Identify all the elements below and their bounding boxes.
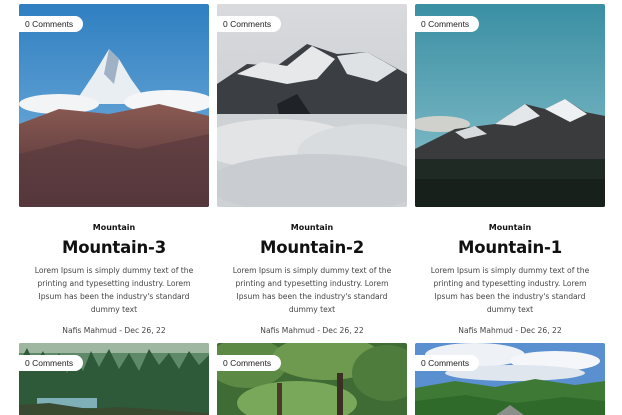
dark-mountain-image bbox=[415, 4, 605, 207]
comments-badge[interactable]: 0 Comments bbox=[19, 355, 84, 371]
post-byline: Nafis Mahmud - Dec 26, 22 bbox=[19, 326, 209, 335]
post-author[interactable]: Nafis Mahmud bbox=[62, 326, 117, 335]
post-thumbnail[interactable]: 0 Comments bbox=[415, 4, 605, 207]
post-title[interactable]: Mountain-2 bbox=[217, 238, 407, 257]
post-byline: Nafis Mahmud - Dec 26, 22 bbox=[415, 326, 605, 335]
green-forest-image bbox=[217, 343, 407, 415]
post-thumbnail[interactable]: 0 Comments bbox=[217, 343, 407, 415]
post-excerpt: Lorem Ipsum is simply dummy text of the … bbox=[232, 266, 392, 314]
green-hills-image bbox=[415, 343, 605, 415]
post-date: Dec 26, 22 bbox=[520, 326, 562, 335]
pine-forest-image bbox=[19, 343, 209, 415]
post-author[interactable]: Nafis Mahmud bbox=[458, 326, 513, 335]
post-title[interactable]: Mountain-3 bbox=[19, 238, 209, 257]
misty-mountain-image bbox=[217, 4, 407, 207]
post-date: Dec 26, 22 bbox=[124, 326, 166, 335]
post-excerpt: Lorem Ipsum is simply dummy text of the … bbox=[430, 266, 590, 314]
comments-badge[interactable]: 0 Comments bbox=[415, 355, 480, 371]
post-category[interactable]: Mountain bbox=[19, 223, 209, 232]
snowy-peak-image bbox=[19, 4, 209, 207]
post-thumbnail[interactable]: 0 Comments bbox=[19, 343, 209, 415]
post-thumbnail[interactable]: 0 Comments bbox=[415, 343, 605, 415]
post-category[interactable]: Mountain bbox=[415, 223, 605, 232]
post-author[interactable]: Nafis Mahmud bbox=[260, 326, 315, 335]
comments-badge[interactable]: 0 Comments bbox=[19, 16, 84, 32]
post-thumbnail[interactable]: 0 Comments bbox=[217, 4, 407, 207]
post-thumbnail[interactable]: 0 Comments bbox=[19, 4, 209, 207]
comments-badge[interactable]: 0 Comments bbox=[415, 16, 480, 32]
post-title[interactable]: Mountain-1 bbox=[415, 238, 605, 257]
comments-badge[interactable]: 0 Comments bbox=[217, 16, 282, 32]
post-byline: Nafis Mahmud - Dec 26, 22 bbox=[217, 326, 407, 335]
post-date: Dec 26, 22 bbox=[322, 326, 364, 335]
comments-badge[interactable]: 0 Comments bbox=[217, 355, 282, 371]
post-excerpt: Lorem Ipsum is simply dummy text of the … bbox=[34, 266, 194, 314]
post-category[interactable]: Mountain bbox=[217, 223, 407, 232]
